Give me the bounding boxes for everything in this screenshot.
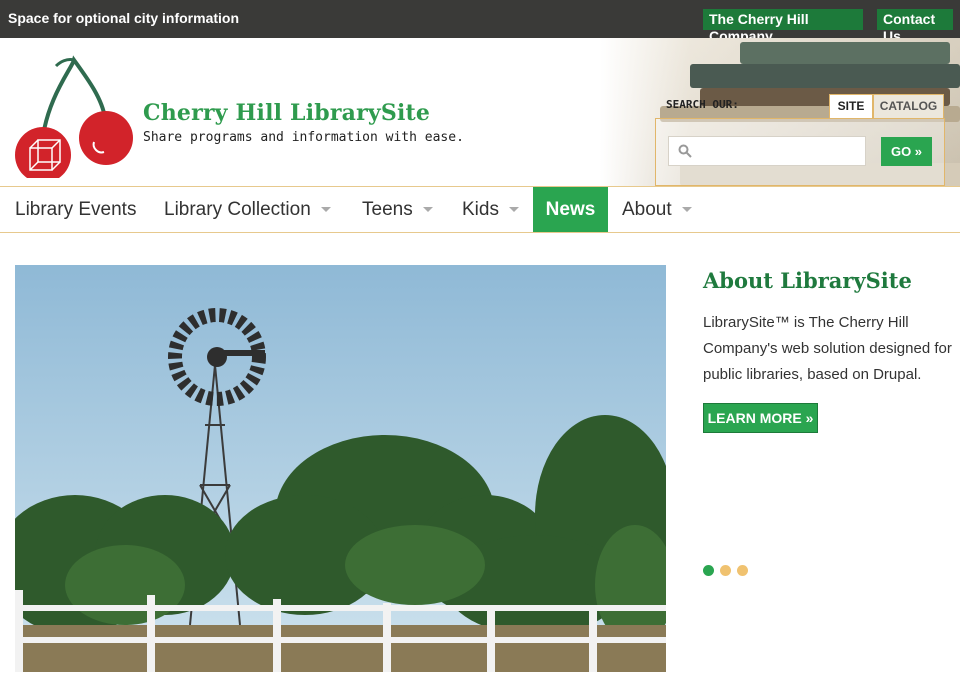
slide-dot-2[interactable] bbox=[720, 565, 731, 576]
search-icon bbox=[678, 144, 692, 158]
chevron-down-icon bbox=[422, 207, 433, 213]
slide-title[interactable]: About LibrarySite bbox=[703, 268, 912, 293]
nav-item-news[interactable]: News bbox=[533, 187, 608, 232]
slide-dot-3[interactable] bbox=[737, 565, 748, 576]
main-nav: Library Events Library Collection Teens … bbox=[0, 186, 960, 233]
slide-dot-1[interactable] bbox=[703, 565, 714, 576]
top-bar: Space for optional city information The … bbox=[0, 0, 960, 44]
search-go-button[interactable]: GO » bbox=[881, 137, 932, 166]
search-label: SEARCH OUR: bbox=[666, 98, 739, 111]
nav-item-teens[interactable]: Teens bbox=[362, 187, 433, 232]
contact-us-link[interactable]: Contact Us bbox=[877, 9, 953, 44]
search-input[interactable] bbox=[668, 136, 866, 166]
chevron-down-icon bbox=[508, 207, 519, 213]
slideshow-image[interactable] bbox=[15, 265, 666, 672]
site-name[interactable]: Cherry Hill LibrarySite bbox=[143, 100, 430, 126]
site-header: Cherry Hill LibrarySite Share programs a… bbox=[0, 38, 960, 186]
windmill-photo bbox=[15, 265, 666, 672]
chevron-down-icon bbox=[681, 207, 692, 213]
learn-more-button[interactable]: LEARN MORE » bbox=[703, 403, 818, 433]
nav-item-about[interactable]: About bbox=[622, 187, 692, 232]
cherry-hill-company-link[interactable]: The Cherry Hill Company bbox=[703, 9, 863, 44]
slide-description: LibrarySite™ is The Cherry Hill Company'… bbox=[703, 314, 952, 383]
search-panel: GO » bbox=[655, 118, 945, 186]
search-tab-catalog[interactable]: CATALOG bbox=[873, 94, 944, 118]
cherry-logo-icon[interactable] bbox=[12, 48, 142, 178]
site-slogan: Share programs and information with ease… bbox=[143, 130, 464, 145]
chevron-down-icon bbox=[320, 207, 331, 213]
nav-item-library-events[interactable]: Library Events bbox=[15, 187, 136, 232]
nav-item-kids[interactable]: Kids bbox=[462, 187, 519, 232]
search-tab-site[interactable]: SITE bbox=[829, 94, 873, 118]
city-info-text: Space for optional city information bbox=[8, 10, 240, 26]
nav-item-library-collection[interactable]: Library Collection bbox=[164, 187, 331, 232]
